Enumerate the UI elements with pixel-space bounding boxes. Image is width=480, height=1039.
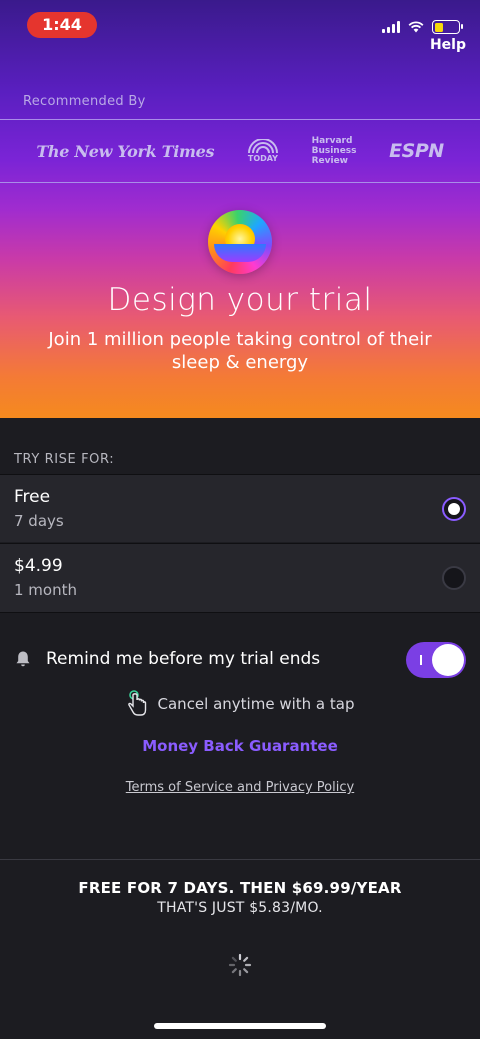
reminder-label: Remind me before my trial ends (46, 649, 321, 669)
offer-monthly-line: THAT'S JUST $5.83/MO. (157, 900, 323, 916)
today-rainbow-icon (247, 139, 278, 153)
battery-icon (432, 20, 463, 34)
rise-app-logo (208, 210, 272, 274)
money-back-guarantee-link[interactable]: Money Back Guarantee (0, 737, 480, 755)
wifi-icon (408, 21, 424, 33)
cancel-label: Cancel anytime with a tap (157, 695, 355, 713)
reminder-row: Remind me before my trial ends (0, 640, 480, 680)
trial-option-paid[interactable]: $4.99 1 month (0, 543, 480, 613)
radio-unselected[interactable] (442, 566, 466, 590)
press-logos: The New York Times TODAY Harvard Busines… (0, 119, 480, 183)
hero-banner: 1:44 Help Recommended By The New York Ti… (0, 0, 480, 418)
home-indicator[interactable] (154, 1023, 326, 1029)
tap-hand-icon (127, 690, 146, 716)
reminder-toggle[interactable] (406, 642, 466, 678)
recommended-label: Recommended By (23, 94, 146, 109)
espn-logo: ESPN (389, 140, 444, 162)
cancel-row: Cancel anytime with a tap (0, 690, 480, 718)
trial-section-label: TRY RISE FOR: (14, 452, 115, 467)
trial-option-free[interactable]: Free 7 days (0, 474, 480, 542)
hbr-logo: Harvard Business Review (311, 136, 357, 166)
status-time: 1:44 (27, 12, 97, 38)
page-subtitle: Join 1 million people taking control of … (48, 329, 432, 373)
cellular-signal-icon (382, 21, 400, 33)
page-title: Design your trial (107, 282, 373, 318)
option-name: Free (14, 487, 51, 507)
loading-spinner-icon (228, 953, 252, 977)
option-duration: 1 month (14, 581, 77, 599)
offer-price-line: FREE FOR 7 DAYS. THEN $69.99/YEAR (78, 879, 402, 897)
nyt-logo: The New York Times (36, 141, 215, 161)
option-duration: 7 days (14, 512, 64, 530)
today-logo: TODAY (247, 139, 279, 163)
terms-privacy-link[interactable]: Terms of Service and Privacy Policy (0, 780, 480, 795)
option-name: $4.99 (14, 556, 63, 576)
bell-icon (16, 651, 30, 667)
status-icons (382, 20, 463, 34)
divider (0, 859, 480, 860)
radio-selected[interactable] (442, 497, 466, 521)
help-link[interactable]: Help (430, 37, 466, 53)
